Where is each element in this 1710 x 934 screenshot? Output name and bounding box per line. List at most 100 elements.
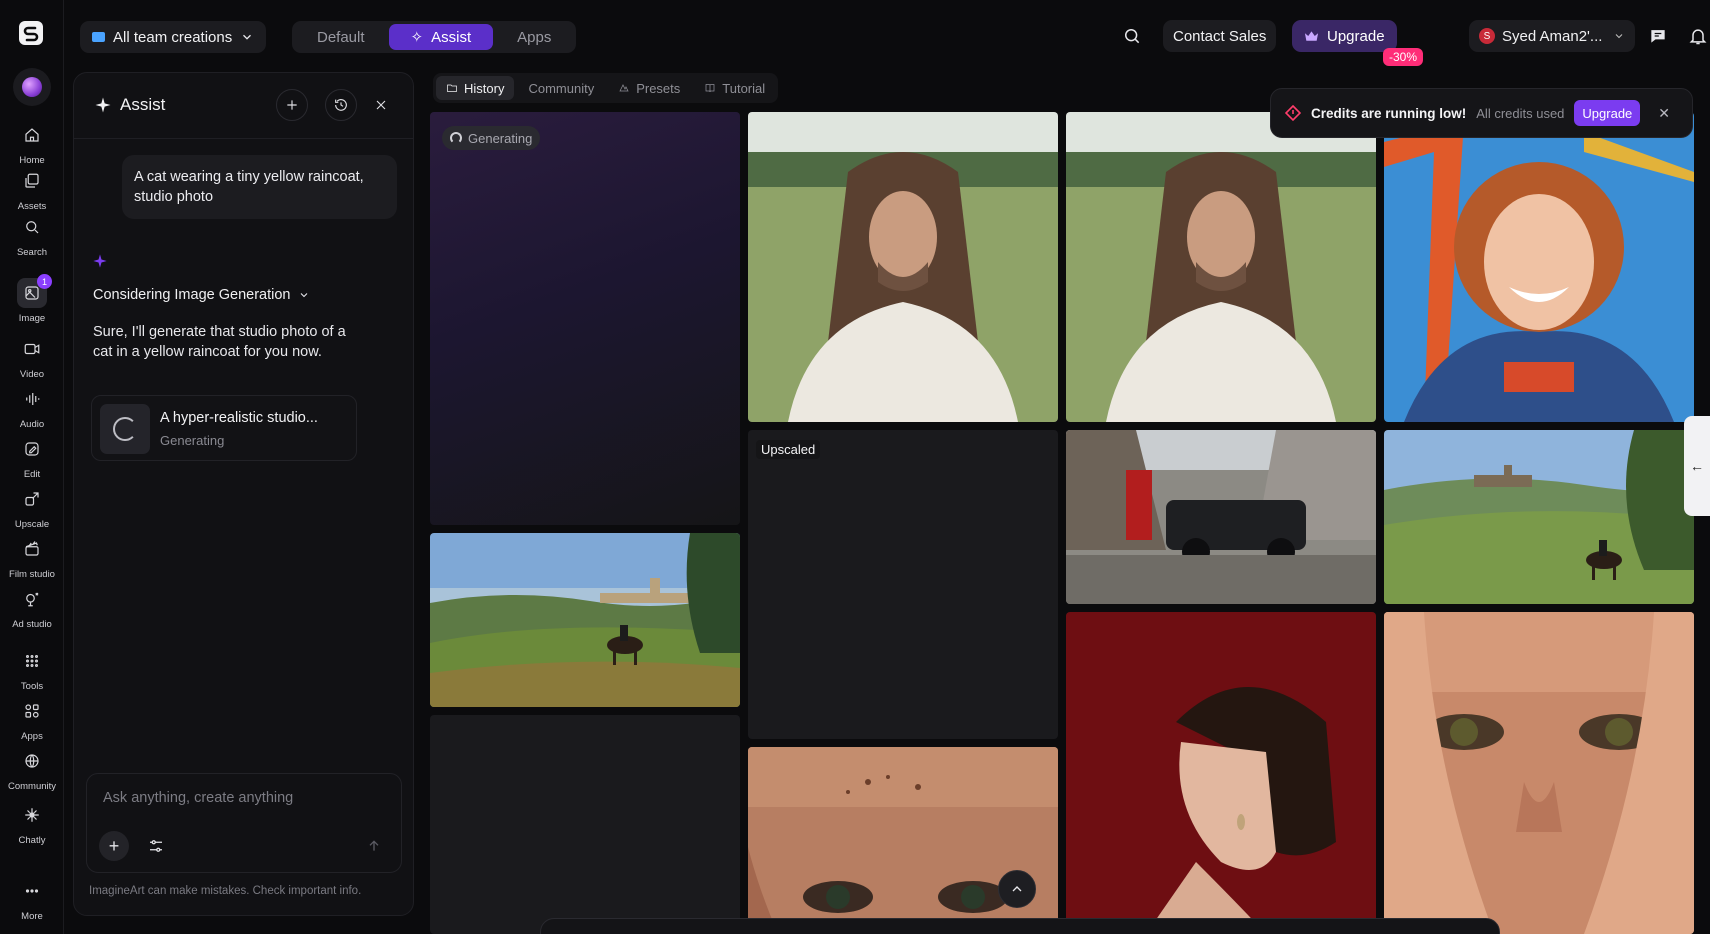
left-rail: Home Assets Search 1 Image Video Audio E… [0, 0, 64, 934]
scroll-top-button[interactable] [998, 870, 1036, 908]
generating-tile[interactable]: Generating [430, 112, 740, 525]
sparkle-icon: ✧ [410, 29, 424, 46]
toast-upgrade-button[interactable]: Upgrade [1574, 100, 1641, 126]
ad-icon [26, 592, 39, 607]
bottom-prompt-bar[interactable] [540, 918, 1500, 934]
rail-label: Home [19, 155, 45, 166]
assistant-reply: Sure, I'll generate that studio photo of… [93, 324, 346, 360]
contact-sales-button[interactable]: Contact Sales [1163, 20, 1277, 52]
chevron-down-icon [301, 293, 308, 298]
team-selector[interactable]: All team creations [80, 21, 267, 53]
tab-history-label: History [464, 80, 505, 96]
expand-side-tab[interactable]: ← [1684, 416, 1710, 516]
tab-community[interactable]: Community [518, 76, 604, 100]
history-icon [335, 99, 347, 111]
tab-presets-label: Presets [636, 80, 681, 96]
upgrade-button[interactable]: Upgrade [1292, 20, 1397, 52]
user-message: A cat wearing a tiny yellow raincoat, st… [122, 155, 397, 219]
image-tile-car-street[interactable] [1066, 430, 1376, 604]
mode-default[interactable]: Default [295, 24, 387, 50]
upscaled-label: Upscaled [756, 440, 821, 459]
assistant-orb[interactable] [13, 68, 51, 106]
search-icon[interactable] [1122, 26, 1142, 46]
upscaled-tile[interactable]: Upscaled [748, 430, 1058, 739]
presets-icon [619, 84, 629, 92]
bell-icon[interactable] [1688, 26, 1708, 46]
rail-item-community[interactable]: Community [0, 746, 64, 792]
rail-item-apps[interactable]: Apps [0, 696, 64, 742]
user-menu[interactable]: S Syed Aman2'... [1469, 20, 1635, 52]
folder-icon [447, 84, 457, 92]
image-tile-rider-castle[interactable] [1384, 430, 1694, 604]
empty-tile[interactable] [430, 715, 740, 934]
chatly-icon [25, 808, 39, 822]
search-icon [26, 221, 39, 234]
rail-item-video[interactable]: Video [0, 334, 64, 380]
rail-item-edit[interactable]: Edit [0, 434, 64, 480]
rail-item-assets[interactable]: Assets [0, 166, 64, 212]
rail-label: Ad studio [12, 619, 52, 630]
mode-apps[interactable]: Apps [495, 24, 573, 50]
portrait-field-image [748, 112, 1058, 422]
chat-icon[interactable] [1648, 26, 1668, 46]
rail-item-search[interactable]: Search [0, 212, 64, 258]
rail-item-ad-studio[interactable]: Ad studio [0, 584, 64, 630]
assist-title-label: Assist [120, 95, 166, 114]
close-panel-button[interactable] [365, 89, 397, 121]
tab-presets[interactable]: Presets [608, 76, 690, 100]
image-tile-portrait-field[interactable] [748, 112, 1058, 422]
grid-icon [26, 655, 38, 667]
attach-button[interactable]: + [99, 831, 129, 861]
rail-label: Upscale [14, 519, 50, 530]
mode-assist-label: Assist [431, 28, 472, 46]
prompt-input[interactable]: Ask anything, create anything [103, 790, 293, 806]
rail-label: Video [19, 369, 45, 380]
rail-item-film-studio[interactable]: Film studio [0, 534, 64, 580]
rail-item-image[interactable]: 1 Image [0, 274, 64, 324]
tab-history[interactable]: History [436, 76, 515, 100]
settings-sliders-icon[interactable] [147, 837, 165, 855]
warning-diamond-icon [1285, 105, 1301, 121]
chevron-up-icon [1012, 886, 1022, 892]
disclaimer: ImagineArt can make mistakes. Check impo… [89, 885, 362, 897]
arrow-left-icon: ← [1690, 458, 1704, 474]
rail-item-tools[interactable]: Tools [0, 646, 64, 692]
send-button[interactable] [359, 831, 389, 861]
toast-title: Credits are running low! [1311, 105, 1467, 121]
chevron-down-icon [243, 34, 252, 40]
history-button[interactable] [325, 89, 357, 121]
mode-assist[interactable]: ✧ Assist [388, 24, 494, 50]
considering-toggle[interactable]: Considering Image Generation [93, 287, 310, 303]
image-tile-smiling-redhead[interactable] [1384, 112, 1694, 422]
new-chat-button[interactable] [276, 89, 308, 121]
assist-panel: Assist A cat wearing a tiny yellow rainc… [73, 72, 414, 916]
image-tile-bob-hair[interactable] [1066, 612, 1376, 934]
image-tile-rider-hills[interactable] [430, 533, 740, 707]
user-initial: S [1479, 28, 1495, 44]
generation-status: Generating [160, 433, 225, 448]
app-root: Home Assets Search 1 Image Video Audio E… [0, 0, 1710, 934]
toast-close-button[interactable]: ✕ [1658, 105, 1670, 122]
rail-item-chatly[interactable]: Chatly [0, 800, 64, 846]
toast-subtitle: All credits used [1476, 105, 1565, 121]
rail-label: Tools [20, 681, 44, 692]
rail-item-home[interactable]: Home [0, 120, 64, 166]
assistant-sparkle-icon [93, 254, 107, 268]
rail-item-audio[interactable]: Audio [0, 384, 64, 430]
discount-badge: -30% [1383, 48, 1424, 66]
generating-label: Generating [468, 130, 533, 146]
tab-tutorial[interactable]: Tutorial [694, 76, 775, 100]
video-icon [24, 343, 40, 355]
generation-card[interactable]: A hyper-realistic studio... Generating [91, 395, 357, 461]
castle-rider-image [1384, 430, 1694, 604]
car-phonebooth-image [1066, 430, 1376, 604]
rail-item-more[interactable]: More [0, 876, 64, 922]
rail-item-upscale[interactable]: Upscale [0, 484, 64, 530]
image-tile-portrait-field-2[interactable] [1066, 112, 1376, 422]
image-tile-hands-face[interactable] [1384, 612, 1694, 934]
logo-icon[interactable] [18, 20, 44, 46]
rail-label: Image [18, 313, 46, 324]
portrait-field-image [1066, 112, 1376, 422]
smiling-redhead-image [1384, 112, 1694, 422]
rail-label: Edit [23, 469, 41, 480]
